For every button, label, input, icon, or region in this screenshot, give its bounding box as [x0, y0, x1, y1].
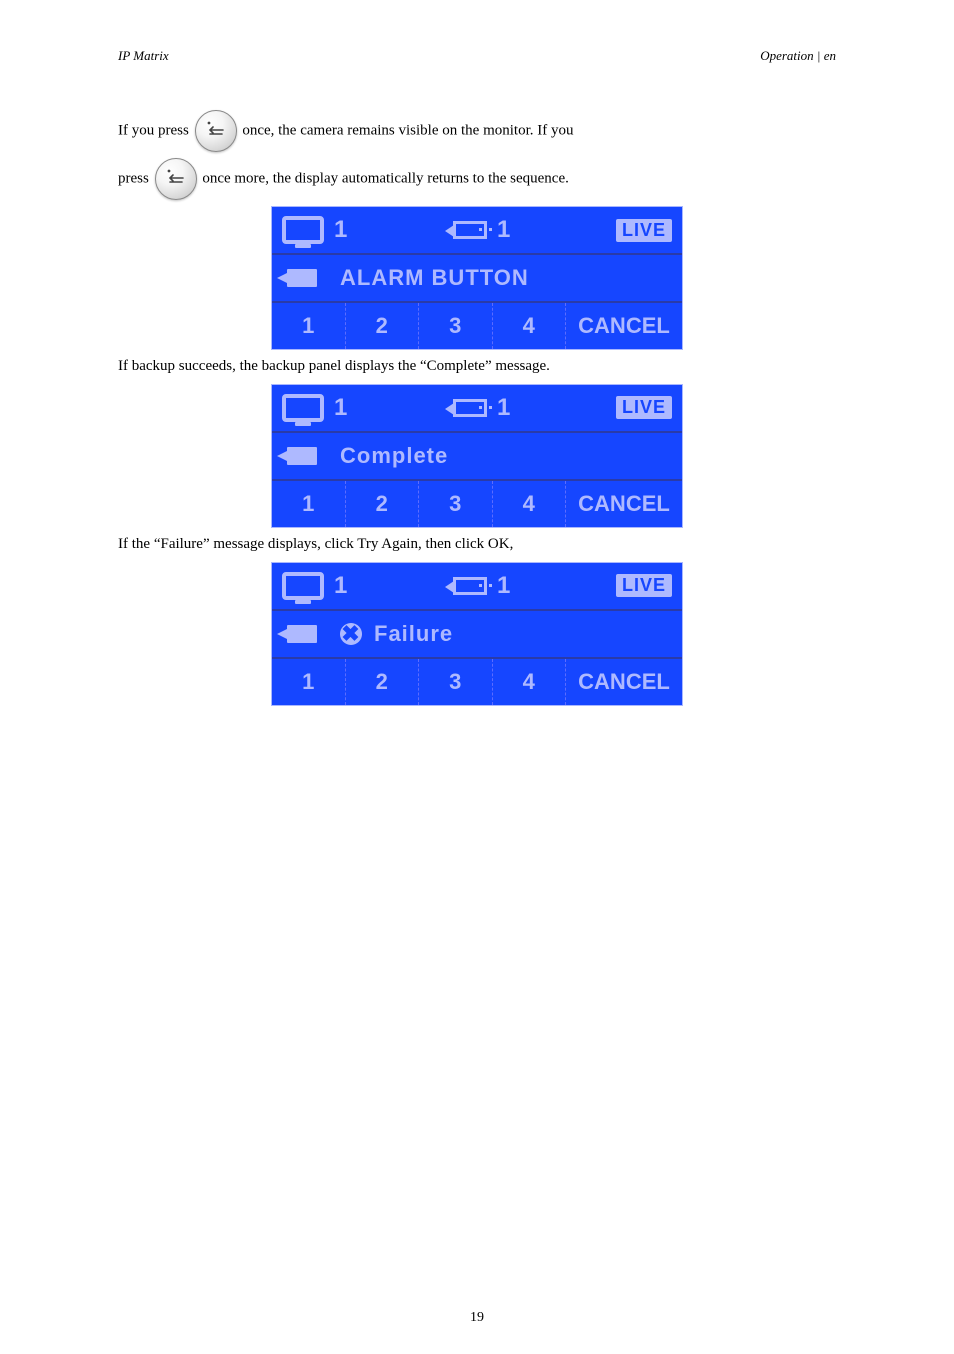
stream-number: 1 [497, 216, 510, 244]
preset-2[interactable]: 2 [345, 303, 419, 349]
monitor-icon [282, 572, 324, 600]
preset-1[interactable]: 1 [272, 481, 345, 527]
preset-3[interactable]: 3 [418, 303, 492, 349]
cancel-button[interactable]: CANCEL [565, 481, 682, 527]
camera-icon [287, 625, 317, 643]
para-1-line-2: press once more, the display automatical… [118, 158, 836, 200]
stream-number: 1 [497, 394, 510, 422]
header-left: IP Matrix [118, 48, 169, 63]
monitor-icon [282, 394, 324, 422]
status-label: ✖Failure [332, 611, 453, 657]
preset-2[interactable]: 2 [345, 481, 419, 527]
live-badge: LIVE [616, 574, 672, 597]
stream-icon [453, 399, 487, 417]
lcd-panel: 1 1 LIVE ALARM BUTTON 1234 CANCEL [271, 206, 683, 350]
live-badge: LIVE [616, 396, 672, 419]
para-complete: If backup succeeds, the backup panel dis… [118, 356, 836, 378]
preset-4[interactable]: 4 [492, 303, 566, 349]
header-right: Operation | en [760, 48, 836, 64]
monitor-number: 1 [334, 216, 347, 244]
cancel-button[interactable]: CANCEL [565, 659, 682, 705]
stream-icon [453, 221, 487, 239]
para-1-line-1: If you press once, the camera remains vi… [118, 110, 836, 152]
stream-number: 1 [497, 572, 510, 600]
live-badge: LIVE [616, 219, 672, 242]
failure-x-icon: ✖ [340, 623, 362, 645]
preset-1[interactable]: 1 [272, 659, 345, 705]
status-label: ALARM BUTTON [332, 255, 529, 301]
para-failure: If the “Failure” message displays, click… [118, 534, 836, 556]
lcd-panel: 1 1 LIVE Complete 1234 CANCEL [271, 384, 683, 528]
monitor-icon [282, 216, 324, 244]
lcd-panel: 1 1 LIVE ✖Failure 1234 CANCEL [271, 562, 683, 706]
camera-icon [287, 447, 317, 465]
back-arrow-button-icon [195, 110, 237, 152]
monitor-number: 1 [334, 394, 347, 422]
page-number: 19 [0, 1310, 954, 1326]
cancel-button[interactable]: CANCEL [565, 303, 682, 349]
back-arrow-button-icon [155, 158, 197, 200]
preset-1[interactable]: 1 [272, 303, 345, 349]
stream-icon [453, 577, 487, 595]
preset-4[interactable]: 4 [492, 481, 566, 527]
preset-3[interactable]: 3 [418, 481, 492, 527]
preset-3[interactable]: 3 [418, 659, 492, 705]
monitor-number: 1 [334, 572, 347, 600]
camera-icon [287, 269, 317, 287]
preset-4[interactable]: 4 [492, 659, 566, 705]
preset-2[interactable]: 2 [345, 659, 419, 705]
status-label: Complete [332, 433, 448, 479]
